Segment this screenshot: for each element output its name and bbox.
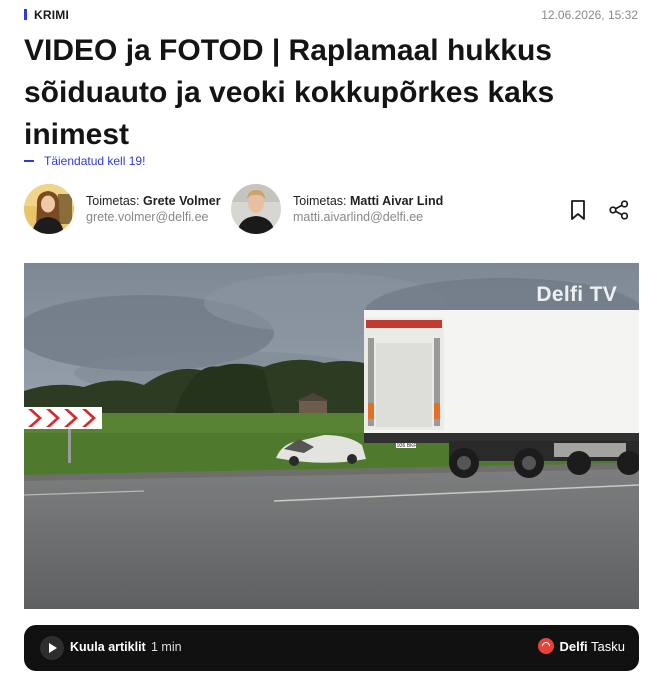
author-email[interactable]: grete.volmer@delfi.ee bbox=[86, 210, 221, 224]
listen-label[interactable]: Kuula artiklit bbox=[70, 640, 146, 654]
update-note: Täiendatud kell 19! bbox=[24, 154, 145, 168]
video-watermark: Delfi TV bbox=[536, 283, 617, 306]
play-icon[interactable] bbox=[40, 636, 64, 660]
article-video[interactable]: 936 BKF Delfi TV bbox=[24, 263, 639, 609]
category-label[interactable]: KRIMI bbox=[34, 8, 69, 22]
author-role: Toimetas: bbox=[293, 194, 347, 208]
avatar[interactable] bbox=[231, 184, 281, 234]
article-headline: VIDEO ja FOTOD | Raplamaal hukkus sõidua… bbox=[24, 34, 555, 151]
share-icon bbox=[609, 200, 629, 220]
author-role: Toimetas: bbox=[86, 194, 140, 208]
article-meta-bar: KRIMI 12.06.2026, 15:32 bbox=[24, 6, 638, 22]
delfi-tasku-brand[interactable]: Delfi Tasku bbox=[538, 638, 625, 654]
author-name[interactable]: Matti Aivar Lind bbox=[350, 194, 443, 208]
podcast-icon bbox=[538, 638, 555, 654]
update-dash bbox=[24, 160, 34, 162]
author-email[interactable]: matti.aivarlind@delfi.ee bbox=[293, 210, 443, 224]
update-text: Täiendatud kell 19! bbox=[44, 154, 146, 168]
author-name-line: Toimetas: Matti Aivar Lind bbox=[293, 194, 443, 208]
brand-name-regular: Tasku bbox=[591, 638, 625, 654]
bookmark-button[interactable] bbox=[566, 198, 590, 222]
publish-datetime: 12.06.2026, 15:32 bbox=[541, 8, 638, 22]
bookmark-icon bbox=[571, 200, 585, 220]
crash-scene-image: 936 BKF bbox=[24, 263, 639, 609]
listen-duration: 1 min bbox=[151, 640, 182, 654]
brand-name: Delfi Tasku bbox=[559, 639, 625, 654]
author-name-line: Toimetas: Grete Volmer bbox=[86, 194, 221, 208]
share-button[interactable] bbox=[607, 198, 631, 222]
audio-player-bar[interactable]: Kuula artiklit 1 min Delfi Tasku bbox=[24, 625, 639, 671]
license-plate: 936 BKF bbox=[397, 443, 416, 449]
brand-name-bold: Delfi bbox=[559, 638, 588, 654]
avatar[interactable] bbox=[24, 184, 74, 234]
category-marker bbox=[24, 9, 27, 20]
author-name[interactable]: Grete Volmer bbox=[143, 194, 221, 208]
